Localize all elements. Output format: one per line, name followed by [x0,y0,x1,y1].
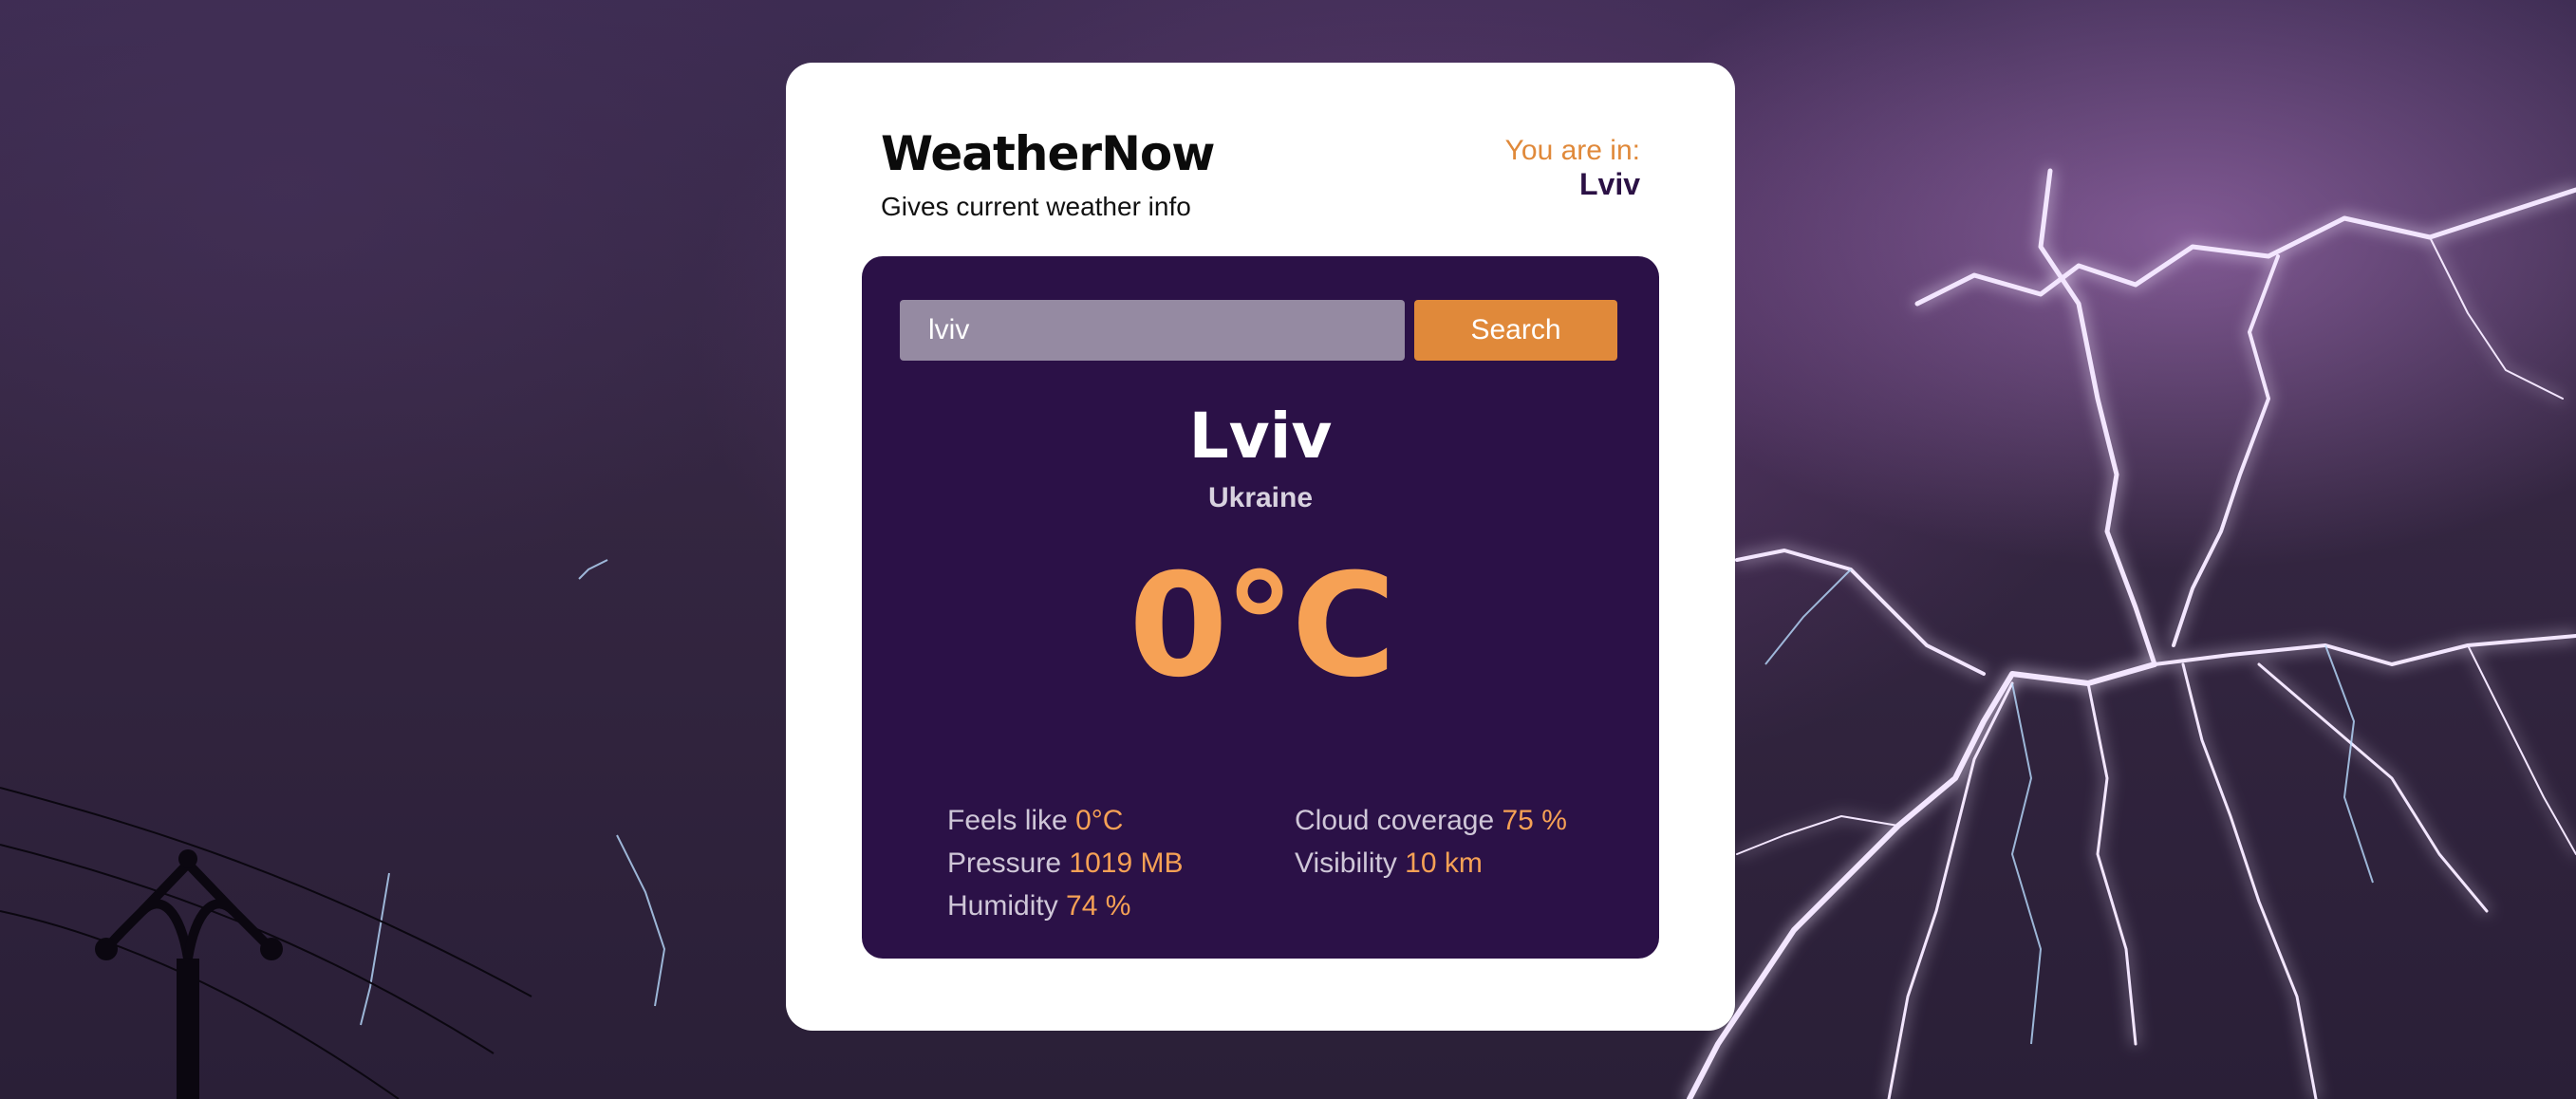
cloud-coverage-row: Cloud coverage 75 % [1295,799,1567,842]
temperature-value: 0°C [1129,544,1395,709]
pressure-value: 1019 MB [1069,848,1184,879]
feels-like-value: 0°C [1075,805,1124,836]
country-name: Ukraine [1207,482,1314,513]
power-pole-silhouette [0,787,532,1099]
feels-like-row: Feels like 0°C [947,799,1183,842]
lightning-bolts [1687,168,2576,1099]
location-label: You are in: [1504,135,1640,166]
app-subtitle: Gives current weather info [881,192,1191,221]
current-location: You are in: Lviv [1505,135,1640,201]
visibility-value: 10 km [1405,848,1483,879]
pressure-row: Pressure 1019 MB [947,842,1183,885]
location-city: Lviv [1578,167,1640,201]
brand-block: WeatherNow Gives current weather info [881,123,1215,222]
weather-panel: Search Lviv Ukraine 0°C Feels like 0°C P… [862,256,1659,959]
visibility-label: Visibility [1295,848,1397,879]
app-title: WeatherNow [881,126,1215,181]
search-button[interactable]: Search [1414,300,1617,361]
humidity-row: Humidity 74 % [947,885,1183,927]
search-input[interactable] [900,300,1405,361]
feels-like-label: Feels like [947,805,1068,836]
weather-card: WeatherNow Gives current weather info Yo… [786,63,1735,1031]
humidity-value: 74 % [1066,890,1131,922]
cloud-coverage-value: 75 % [1502,805,1567,836]
cloud-coverage-label: Cloud coverage [1295,805,1495,836]
details-right-column: Cloud coverage 75 % Visibility 10 km [1295,799,1567,885]
city-name: Lviv [1188,400,1333,473]
pressure-label: Pressure [947,848,1062,879]
details-left-column: Feels like 0°C Pressure 1019 MB Humidity… [947,799,1183,927]
humidity-label: Humidity [947,890,1058,922]
visibility-row: Visibility 10 km [1295,842,1567,885]
